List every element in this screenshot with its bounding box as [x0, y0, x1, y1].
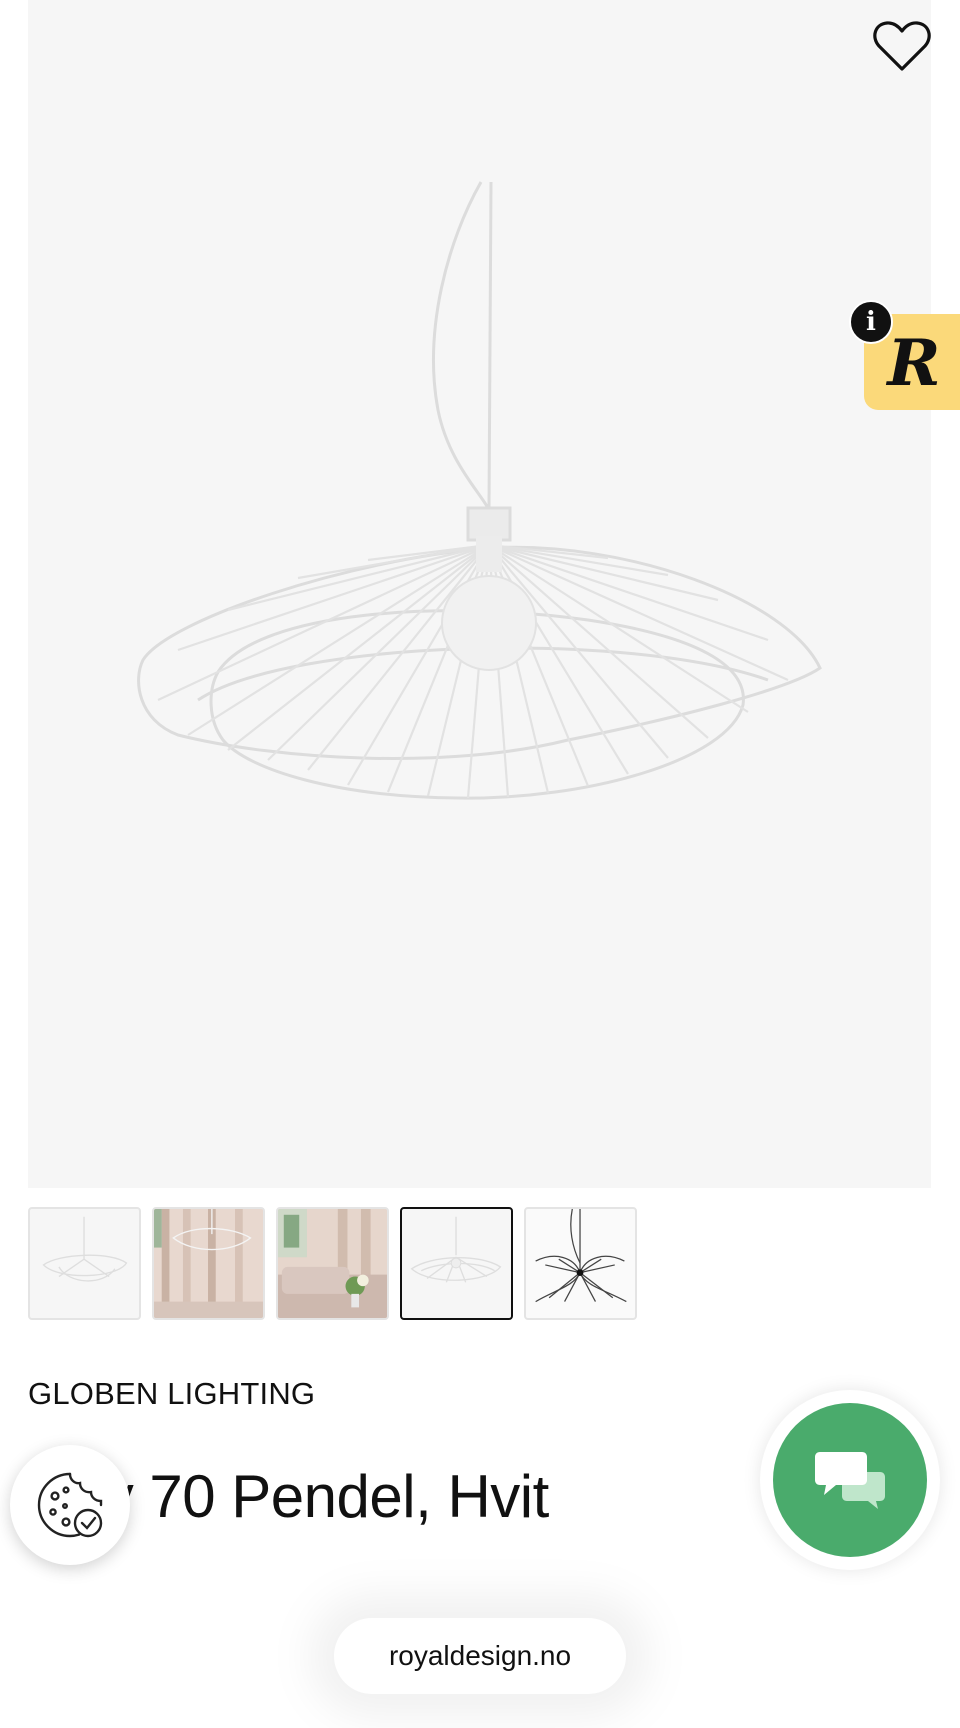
product-main-image[interactable] — [28, 0, 931, 1188]
lamp-side-thumbnail — [410, 1216, 502, 1283]
thumbnail-4[interactable] — [400, 1207, 513, 1320]
product-page: R i GLOBEN LIGHTING Ray 70 Pendel, Hvit … — [0, 0, 960, 1728]
lamp-room-thumbnail — [154, 1209, 263, 1318]
favorite-button[interactable] — [870, 16, 934, 76]
cookie-icon — [37, 1472, 103, 1538]
lamp-livingroom-thumbnail — [278, 1209, 387, 1318]
thumbnail-1[interactable] — [28, 1207, 141, 1320]
pendant-lamp-illustration — [137, 181, 822, 800]
address-bar-url: royaldesign.no — [388, 1640, 572, 1671]
thumbnail-3[interactable] — [276, 1207, 389, 1320]
reviews-logo-letter: R — [887, 326, 941, 401]
image-thumbnails — [28, 1207, 637, 1320]
lamp-black-thumbnail — [535, 1209, 627, 1303]
lamp-front-thumbnail — [42, 1216, 128, 1282]
chat-button[interactable] — [773, 1403, 927, 1557]
heart-outline-icon — [873, 21, 931, 71]
address-bar[interactable]: royaldesign.no — [334, 1618, 626, 1694]
cookie-settings-button[interactable] — [10, 1445, 130, 1565]
product-brand[interactable]: GLOBEN LIGHTING — [28, 1376, 315, 1412]
thumbnail-5[interactable] — [524, 1207, 637, 1320]
thumbnail-2[interactable] — [152, 1207, 265, 1320]
chat-bubbles-icon — [815, 1452, 885, 1509]
info-icon[interactable]: i — [849, 300, 893, 344]
product-title: Ray 70 Pendel, Hvit — [28, 1462, 728, 1531]
